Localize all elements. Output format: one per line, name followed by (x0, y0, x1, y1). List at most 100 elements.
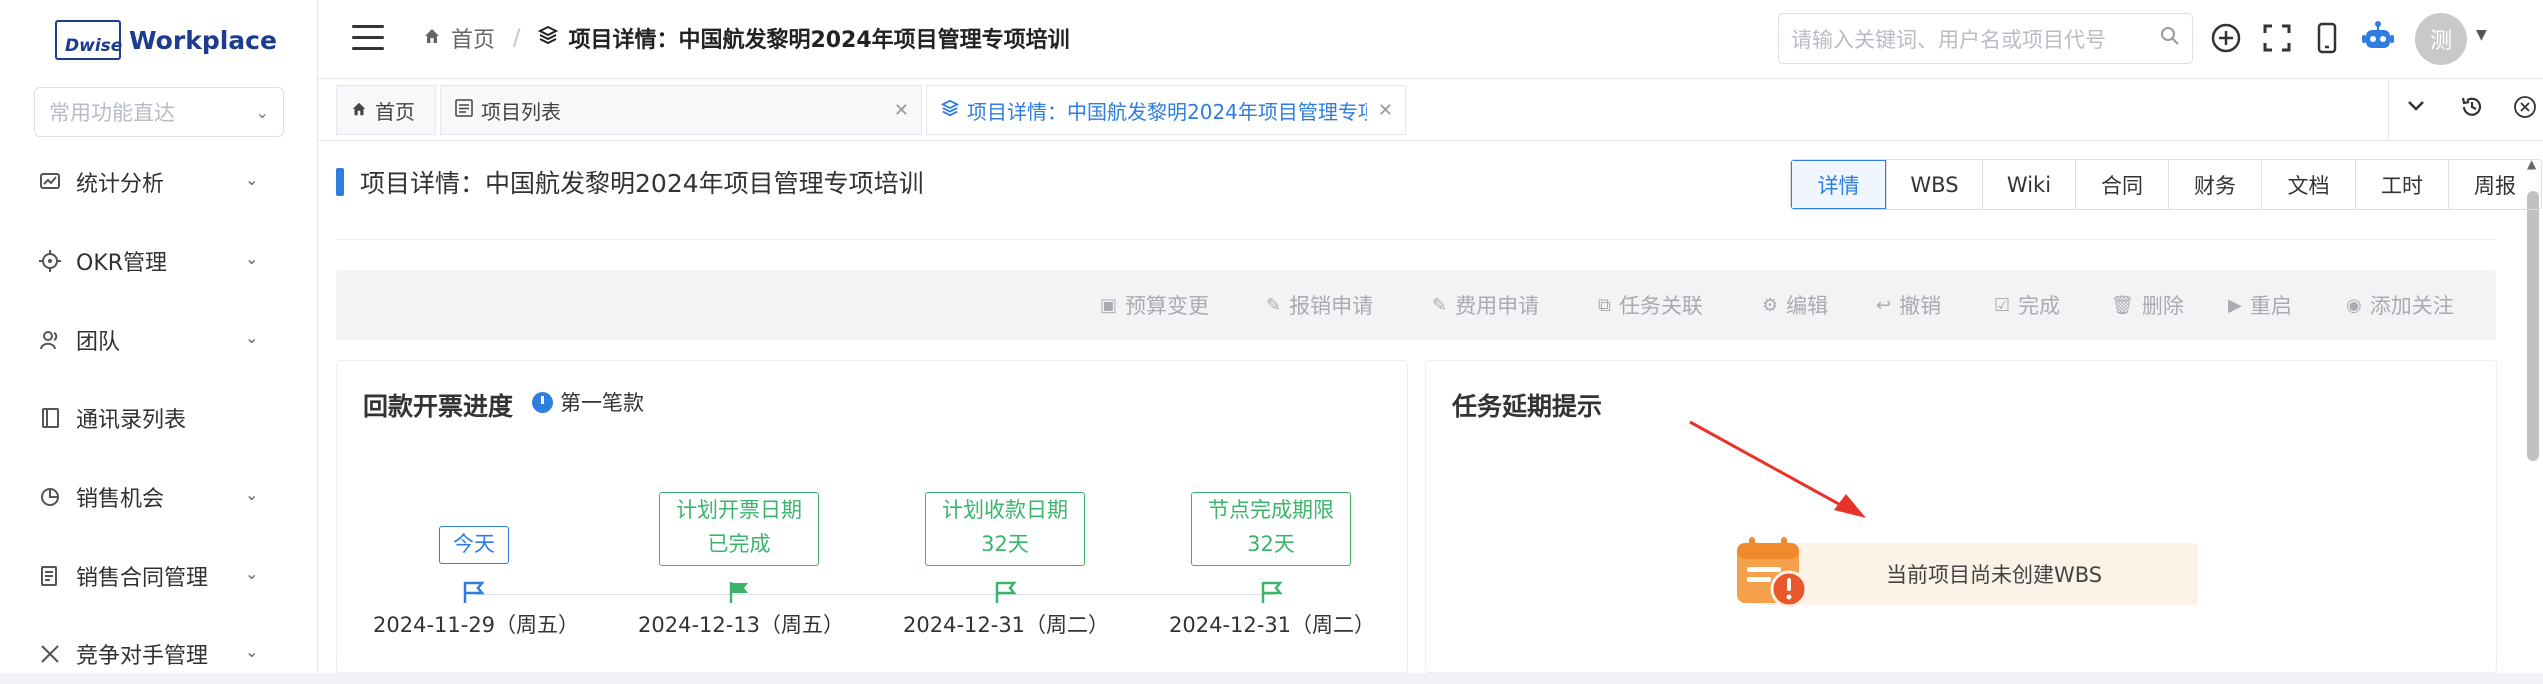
pie-icon (38, 485, 62, 509)
timeline-box-collection: 计划收款日期 32天 (925, 492, 1085, 566)
edit-doc-icon: ✎ (1266, 294, 1282, 316)
eye-icon: ◉ (2346, 294, 2362, 316)
tab-project-detail[interactable]: 项目详情：中国航发黎明2024年项目管理专项: ✕ (926, 85, 1406, 135)
add-circle-icon[interactable] (2208, 20, 2244, 56)
task-link-button[interactable]: ⧉ 任务关联 (1598, 290, 1703, 320)
close-all-icon[interactable] (2512, 94, 2538, 126)
scrollbar-thumb[interactable] (2527, 191, 2539, 461)
expense-request-button[interactable]: ✎ 费用申请 (1432, 290, 1539, 320)
search-icon[interactable] (2160, 26, 2180, 51)
home-icon (351, 98, 367, 122)
swords-icon (38, 642, 62, 666)
payment-stage: 第一笔款 (532, 387, 644, 417)
link-icon: ⧉ (1598, 294, 1611, 316)
timeline-date: 2024-12-13（周五） (638, 613, 845, 637)
chevron-down-icon: ⌄ (245, 564, 259, 583)
breadcrumb: 首页 / 项目详情：中国航发黎明2024年项目管理专项培训 (423, 22, 1070, 54)
sidebar-item-label: 统计分析 (76, 172, 165, 197)
flag-icon (995, 581, 1017, 603)
caret-down-icon[interactable]: ▼ (2476, 27, 2487, 43)
subtab-documents[interactable]: 文档 (2261, 160, 2355, 209)
timeline-box-status: 已完成 (707, 532, 771, 556)
fullscreen-icon[interactable] (2259, 20, 2295, 56)
top-header: 首页 / 项目详情：中国航发黎明2024年项目管理专项培训 请输入关键词、用户名… (318, 0, 2543, 79)
follow-button[interactable]: ◉ 添加关注 (2346, 290, 2454, 320)
scrollbar[interactable]: ▲ (2523, 141, 2543, 673)
sidebar-item-competitors[interactable]: 竞争对手管理 ⌄ (0, 624, 318, 684)
restart-button[interactable]: ▶ 重启 (2228, 290, 2292, 320)
close-icon[interactable]: ✕ (1378, 100, 1393, 121)
task-delay-card: 任务延期提示 (1425, 360, 2497, 673)
breadcrumb-home[interactable]: 首页 (451, 22, 495, 54)
sidebar: Dwise Workplace 常用功能直达 ⌄ 统计分析 ⌄ OKR管理 ⌄ … (0, 0, 318, 673)
avatar[interactable]: 测 (2415, 13, 2467, 65)
subtab-contract[interactable]: 合同 (2075, 160, 2168, 209)
target-icon (38, 249, 62, 273)
timeline-line (475, 594, 1275, 595)
subtab-weekly-report[interactable]: 周报 (2448, 160, 2541, 209)
tab-project-list[interactable]: 项目列表 ✕ (440, 85, 922, 135)
payment-stage-label: 第一笔款 (560, 391, 644, 415)
revoke-button[interactable]: ↩ 撤销 (1876, 290, 1941, 320)
reimburse-button[interactable]: ✎ 报销申请 (1266, 290, 1373, 320)
trash-icon: 🗑 (2111, 294, 2134, 316)
subtab-worktime[interactable]: 工时 (2355, 160, 2448, 209)
menu-toggle-icon[interactable] (352, 25, 384, 53)
timeline-box-invoice: 计划开票日期 已完成 (659, 492, 819, 566)
sidebar-item-stats[interactable]: 统计分析 ⌄ (0, 152, 318, 212)
timeline-box-status: 32天 (981, 532, 1029, 556)
sidebar-item-sales-opportunity[interactable]: 销售机会 ⌄ (0, 467, 318, 527)
chevron-down-icon: ⌄ (245, 328, 259, 347)
action-label: 重启 (2249, 294, 2292, 318)
breadcrumb-separator: / (513, 25, 521, 51)
logo-mark: Dwise (55, 20, 122, 60)
timeline-date: 2024-12-31（周二） (903, 613, 1110, 637)
timeline-box-today: 今天 (439, 526, 509, 564)
sidebar-item-team[interactable]: 团队 ⌄ (0, 310, 318, 370)
logo-word: Workplace (129, 25, 277, 55)
sidebar-item-contacts[interactable]: 通讯录列表 (0, 388, 318, 448)
action-label: 撤销 (1899, 294, 1942, 318)
mobile-icon[interactable] (2309, 20, 2345, 56)
subtab-wiki[interactable]: Wiki (1982, 160, 2075, 209)
home-icon (423, 27, 441, 50)
action-label: 完成 (2018, 294, 2061, 318)
chevron-down-icon[interactable] (2405, 94, 2427, 122)
action-label: 添加关注 (2369, 294, 2454, 318)
subtab-finance[interactable]: 财务 (2168, 160, 2261, 209)
timeline-box-status: 32天 (1247, 532, 1295, 556)
sidebar-item-label: 通讯录列表 (76, 408, 187, 433)
play-icon: ▶ (2228, 294, 2242, 316)
sidebar-item-okr[interactable]: OKR管理 ⌄ (0, 231, 318, 291)
chevron-down-icon: ⌄ (245, 485, 259, 504)
sidebar-item-label: 竞争对手管理 (76, 644, 209, 669)
title-accent-bar (336, 168, 344, 196)
robot-assistant-icon[interactable] (2360, 20, 2396, 56)
budget-change-button[interactable]: ▣ 预算变更 (1100, 290, 1209, 320)
search-placeholder: 请输入关键词、用户名或项目代号 (1791, 27, 2106, 52)
search-input[interactable]: 请输入关键词、用户名或项目代号 (1778, 13, 2193, 64)
timeline-box-text: 今天 (453, 532, 495, 556)
chevron-down-icon: ⌄ (245, 170, 259, 189)
edit-button[interactable]: ⚙ 编辑 (1762, 290, 1828, 320)
budget-icon: ▣ (1100, 294, 1118, 316)
delete-button[interactable]: 🗑 删除 (2111, 290, 2184, 320)
subtab-details[interactable]: 详情 (1791, 160, 1886, 209)
close-icon[interactable]: ✕ (894, 100, 909, 121)
clock-icon (532, 391, 553, 413)
tab-home[interactable]: 首页 (336, 85, 436, 135)
action-bar: ▣ 预算变更 ✎ 报销申请 ✎ 费用申请 ⧉ 任务关联 ⚙ 编辑 ↩ 撤销 ☑ 完成 🗑 删除 … (336, 270, 2496, 340)
tabs-bar: 首页 项目列表 ✕ 项目详情：中国航发黎明2024年项目管理专项: ✕ (318, 79, 2543, 141)
app-logo[interactable]: Dwise Workplace (55, 18, 277, 62)
list-icon (455, 98, 473, 122)
layers-icon (940, 98, 960, 122)
sidebar-item-sales-contract[interactable]: 销售合同管理 ⌄ (0, 546, 318, 606)
action-label: 预算变更 (1125, 294, 1210, 318)
quick-access-select[interactable]: 常用功能直达 ⌄ (34, 87, 284, 137)
calendar-warning-icon (1737, 537, 1808, 608)
subtab-wbs[interactable]: WBS (1886, 160, 1982, 209)
history-icon[interactable] (2459, 94, 2485, 126)
flag-icon (463, 581, 485, 603)
complete-button[interactable]: ☑ 完成 (1994, 290, 2060, 320)
chart-icon (38, 170, 62, 194)
